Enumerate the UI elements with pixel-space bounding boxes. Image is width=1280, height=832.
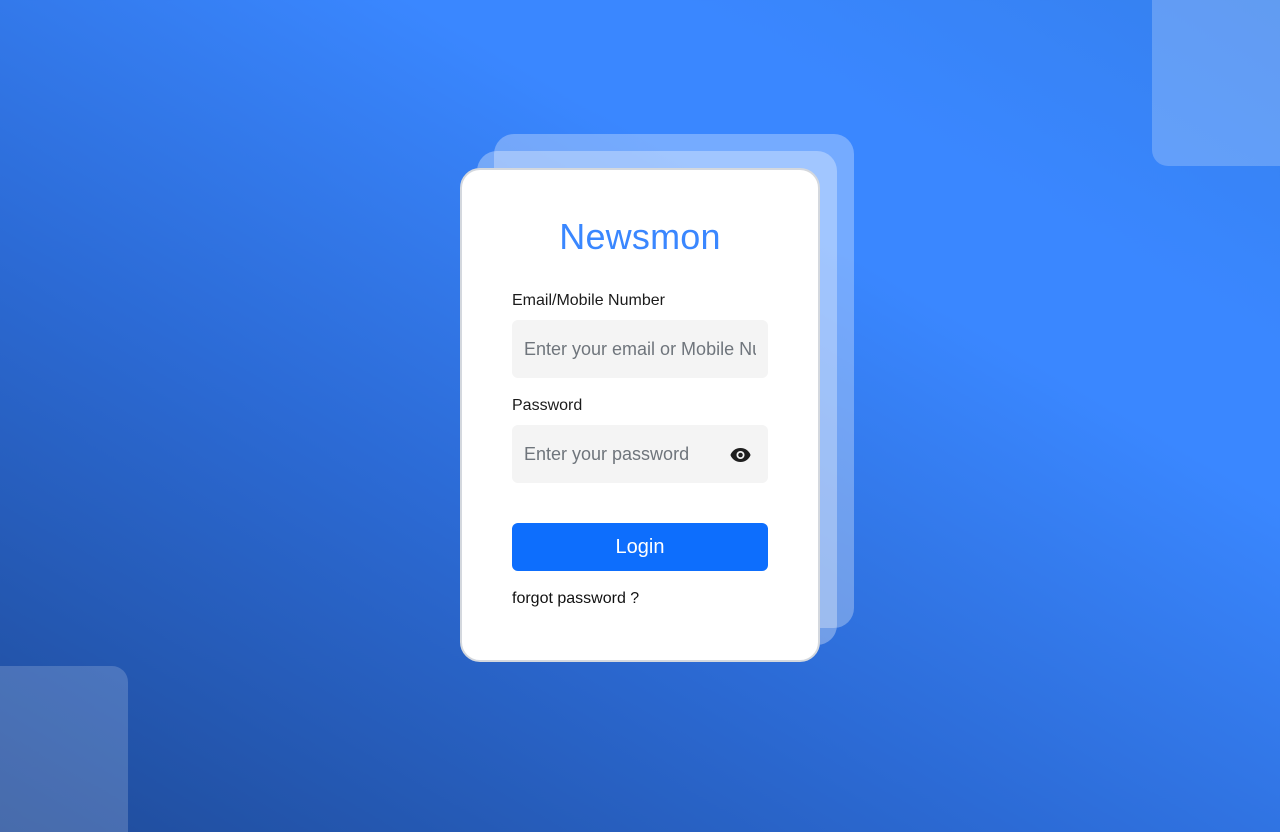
eye-icon-graphic — [729, 448, 751, 462]
decorative-shape-top-right — [1152, 0, 1280, 166]
email-input[interactable] — [512, 320, 768, 378]
eye-icon[interactable] — [728, 446, 752, 464]
email-label: Email/Mobile Number — [512, 292, 665, 309]
forgot-password-link[interactable]: forgot password ? — [512, 590, 639, 608]
login-button[interactable]: Login — [512, 523, 768, 571]
decorative-shape-bottom-left — [0, 666, 128, 832]
password-label: Password — [512, 397, 583, 414]
app-title: Newsmon — [559, 216, 721, 257]
login-card: Newsmon Email/Mobile Number Password Log… — [460, 168, 820, 662]
